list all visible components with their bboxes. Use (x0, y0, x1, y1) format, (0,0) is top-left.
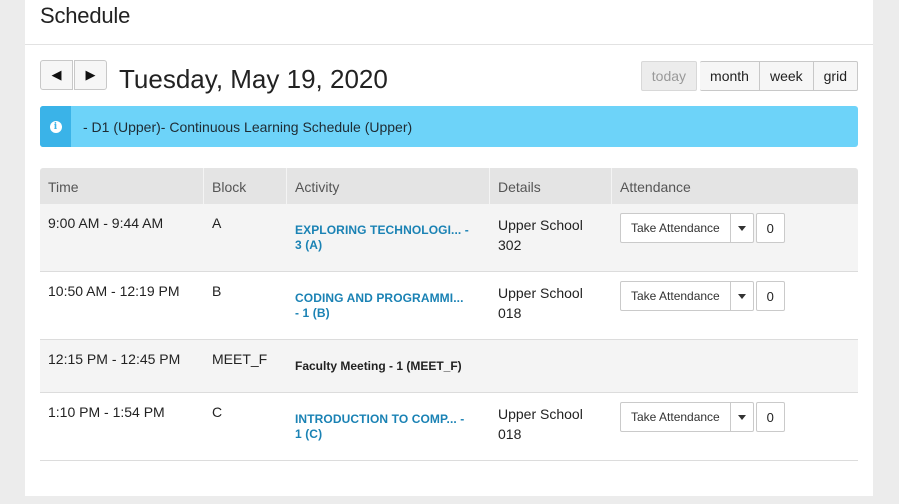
row-details: Upper School 018 (490, 272, 612, 339)
attendance-dropdown-button[interactable] (730, 281, 754, 311)
schedule-alert: i - D1 (Upper)- Continuous Learning Sche… (40, 106, 858, 147)
attendance-count: 0 (755, 402, 785, 432)
column-header-activity: Activity (287, 168, 490, 204)
attendance-dropdown-button[interactable] (730, 402, 754, 432)
page-title: Schedule (40, 3, 131, 28)
details-line2: 302 (498, 237, 522, 253)
row-time: 1:10 PM - 1:54 PM (48, 404, 165, 420)
activity-link-line2: 3 (A) (295, 238, 323, 252)
row-time: 9:00 AM - 9:44 AM (48, 215, 164, 231)
activity-text: Faculty Meeting - 1 (MEET_F) (295, 359, 462, 373)
caret-down-icon (737, 293, 746, 299)
table-header: Time Block Activity Details Attendance (40, 168, 858, 204)
triangle-left-icon: ◀ (51, 67, 62, 82)
activity-link-line1: CODING AND PROGRAMMI... (295, 291, 464, 305)
view-switcher: today month week grid (640, 61, 858, 91)
attendance-count: 0 (755, 213, 785, 243)
take-attendance-button[interactable]: Take Attendance (620, 213, 731, 243)
caret-down-icon (737, 414, 746, 420)
row-details (490, 340, 612, 392)
alert-icon-box: i (40, 106, 71, 147)
details-line1: Upper School (498, 217, 583, 233)
previous-day-button[interactable]: ◀ (40, 60, 73, 90)
table-row: 1:10 PM - 1:54 PM C INTRODUCTION TO COMP… (40, 393, 858, 461)
row-block: MEET_F (212, 351, 268, 367)
row-block: A (212, 215, 222, 231)
activity-link-line1: INTRODUCTION TO COMP... - (295, 412, 465, 426)
row-attendance: Take Attendance 0 (612, 393, 858, 460)
row-activity: INTRODUCTION TO COMP... - 1 (C) (287, 393, 490, 460)
caret-down-icon (737, 225, 746, 231)
calendar-toolbar: ◀ ▶ Tuesday, May 19, 2020 today month we… (40, 59, 858, 95)
activity-link[interactable]: EXPLORING TECHNOLOGI... - 3 (A) (295, 223, 482, 253)
table-row: 12:15 PM - 12:45 PM MEET_F Faculty Meeti… (40, 340, 858, 393)
today-button[interactable]: today (640, 61, 698, 91)
attendance-dropdown-button[interactable] (730, 213, 754, 243)
row-activity: Faculty Meeting - 1 (MEET_F) (287, 340, 490, 392)
details-line2: 018 (498, 305, 522, 321)
details-line1: Upper School (498, 406, 583, 422)
week-view-button[interactable]: week (759, 61, 814, 91)
row-attendance: Take Attendance 0 (612, 272, 858, 339)
activity-link-line2: - 1 (B) (295, 306, 330, 320)
row-block: B (212, 283, 222, 299)
activity-link-line2: 1 (C) (295, 427, 323, 441)
details-line2: 018 (498, 426, 522, 442)
activity-link[interactable]: INTRODUCTION TO COMP... - 1 (C) (295, 412, 482, 442)
grid-view-button[interactable]: grid (813, 61, 858, 91)
row-activity: CODING AND PROGRAMMI... - 1 (B) (287, 272, 490, 339)
row-details: Upper School 018 (490, 393, 612, 460)
row-activity: EXPLORING TECHNOLOGI... - 3 (A) (287, 204, 490, 271)
schedule-table: Time Block Activity Details Attendance 9… (40, 168, 858, 461)
table-row: 10:50 AM - 12:19 PM B CODING AND PROGRAM… (40, 272, 858, 340)
column-header-details: Details (490, 168, 612, 204)
alert-text: - D1 (Upper)- Continuous Learning Schedu… (83, 118, 413, 135)
activity-link-line1: EXPLORING TECHNOLOGI... - (295, 223, 469, 237)
details-line1: Upper School (498, 285, 583, 301)
triangle-right-icon: ▶ (85, 67, 96, 82)
activity-link[interactable]: CODING AND PROGRAMMI... - 1 (B) (295, 291, 482, 321)
schedule-panel: Schedule ◀ ▶ Tuesday, May 19, 2020 today… (25, 0, 873, 496)
row-attendance (612, 340, 858, 392)
take-attendance-button[interactable]: Take Attendance (620, 281, 731, 311)
column-header-time: Time (40, 168, 204, 204)
row-details: Upper School 302 (490, 204, 612, 271)
row-time: 10:50 AM - 12:19 PM (48, 283, 180, 299)
row-block: C (212, 404, 223, 420)
take-attendance-button[interactable]: Take Attendance (620, 402, 731, 432)
next-day-button[interactable]: ▶ (74, 60, 107, 90)
panel-header: Schedule (25, 0, 873, 45)
column-header-attendance: Attendance (620, 179, 691, 195)
table-row: 9:00 AM - 9:44 AM A EXPLORING TECHNOLOGI… (40, 204, 858, 272)
row-attendance: Take Attendance 0 (612, 204, 858, 271)
column-header-block: Block (204, 168, 287, 204)
month-view-button[interactable]: month (700, 61, 760, 91)
info-icon: i (49, 120, 62, 133)
attendance-count: 0 (755, 281, 785, 311)
current-date-title: Tuesday, May 19, 2020 (119, 64, 388, 94)
row-time: 12:15 PM - 12:45 PM (48, 351, 181, 367)
